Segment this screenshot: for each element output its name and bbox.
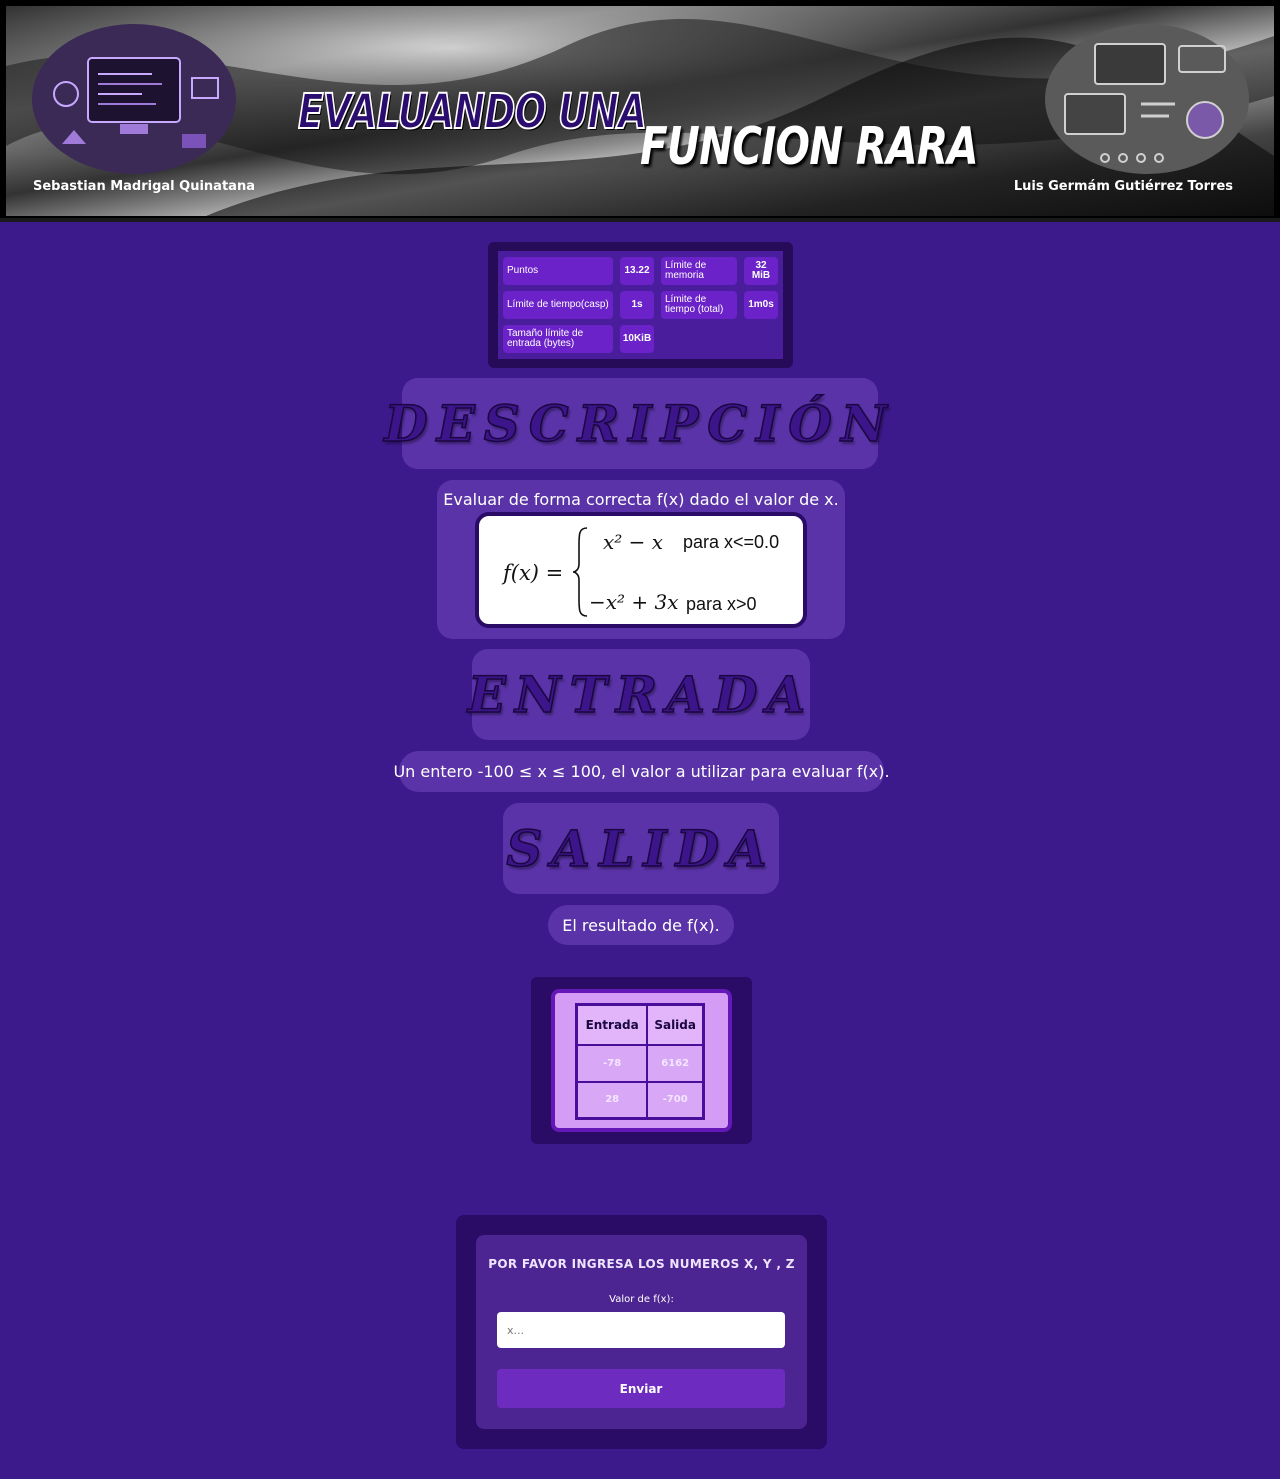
table-cell-input: 28	[575, 1080, 649, 1120]
form-label: Valor de f(x):	[609, 1294, 674, 1305]
stat-label-time-total: Límite de tiempo (total)	[661, 291, 737, 319]
examples-table: Entrada Salida -78 6162 28 -700	[575, 1003, 705, 1120]
table-cell-output: -700	[646, 1080, 705, 1120]
author-left-name: Sebastian Madrigal Quinatana	[33, 179, 255, 194]
stat-value-time-case: 1s	[620, 291, 654, 319]
formula-case1-expr: x² − x	[603, 530, 664, 554]
section-header-descripcion: DESCRIPCIÓN	[384, 378, 887, 469]
evaluation-form: POR FAVOR INGRESA LOS NUMEROS X, Y , Z V…	[476, 1235, 807, 1429]
table-cell-output: 6162	[646, 1043, 705, 1083]
stat-label-memory: Límite de memoria	[661, 257, 737, 285]
formula-case1-cond: para x<=0.0	[683, 532, 780, 552]
page-header: Sebastian Madrigal Quinatana Luis Germám…	[0, 0, 1280, 222]
stat-value-memory: 32 MiB	[744, 257, 778, 285]
stat-value-input-size: 10KiB	[620, 325, 654, 353]
description-box: Evaluar de forma correcta f(x) dado el v…	[437, 480, 845, 639]
stat-label-time-case: Límite de tiempo(casp)	[503, 291, 613, 319]
salida-text: El resultado de f(x).	[548, 905, 734, 945]
formula-case2-cond: para x>0	[686, 594, 757, 614]
table-header-entrada: Entrada	[575, 1003, 649, 1046]
form-title: POR FAVOR INGRESA LOS NUMEROS X, Y , Z	[488, 1257, 795, 1271]
table-cell-input: -78	[575, 1043, 649, 1083]
problem-stats-panel: Puntos 13.22 Límite de memoria 32 MiB Lí…	[488, 242, 793, 368]
computer-logo-left-icon	[32, 24, 236, 174]
description-text: Evaluar de forma correcta f(x) dado el v…	[443, 490, 839, 509]
entrada-text: Un entero -100 ≤ x ≤ 100, el valor a uti…	[393, 751, 890, 792]
computer-logo-right-icon	[1045, 24, 1249, 174]
page-title-line1: EVALUANDO UNA	[297, 83, 648, 141]
section-title-entrada: ENTRADA	[467, 664, 815, 725]
author-right-name: Luis Germám Gutiérrez Torres	[1013, 179, 1233, 194]
x-value-input[interactable]	[497, 1312, 785, 1348]
submit-button[interactable]: Enviar	[497, 1369, 785, 1408]
stat-label-input-size: Tamaño límite de entrada (bytes)	[503, 325, 613, 353]
section-header-entrada: ENTRADA	[467, 649, 810, 740]
formula-lhs: f(x) =	[503, 561, 564, 585]
table-row: 28 -700	[575, 1080, 705, 1120]
left-brace-icon	[572, 527, 588, 617]
piecewise-formula: f(x) = x² − x para x<=0.0 −x² + 3x para …	[475, 512, 807, 628]
evaluation-form-container: POR FAVOR INGRESA LOS NUMEROS X, Y , Z V…	[456, 1215, 827, 1449]
examples-table-container: Entrada Salida -78 6162 28 -700	[531, 977, 752, 1144]
section-title-descripcion: DESCRIPCIÓN	[384, 393, 896, 454]
section-title-salida: SALIDA	[505, 818, 776, 879]
table-header-salida: Salida	[646, 1003, 705, 1046]
table-row: -78 6162	[575, 1043, 705, 1083]
section-header-salida: SALIDA	[503, 803, 779, 894]
stat-value-time-total: 1m0s	[744, 291, 778, 319]
page-title-line2: FUNCION RARA	[640, 117, 979, 177]
stat-label-points: Puntos	[503, 257, 613, 285]
stat-value-points: 13.22	[620, 257, 654, 285]
formula-case2-expr: −x² + 3x	[589, 590, 679, 614]
